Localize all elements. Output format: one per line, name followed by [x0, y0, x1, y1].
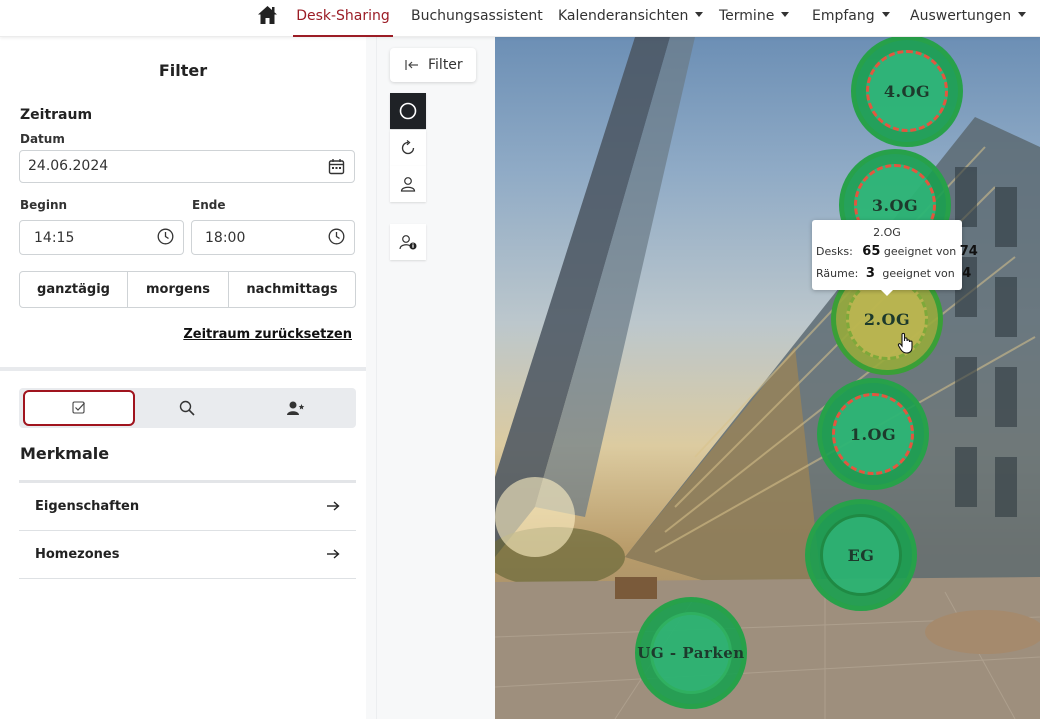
filter-title: Filter — [158, 61, 208, 80]
floor-ug-parken-marker[interactable]: UG - Parken — [635, 597, 747, 709]
filter-tabs — [19, 388, 356, 428]
nav-termine[interactable]: Termine — [719, 0, 790, 37]
arrow-right-icon — [327, 549, 340, 559]
chevron-down-icon — [695, 12, 704, 17]
time-preset-group: ganztägig morgens nachmittags — [19, 271, 356, 308]
beginn-label: Beginn — [20, 198, 68, 212]
search-icon — [179, 400, 195, 416]
ende-label: Ende — [192, 198, 226, 212]
tooltip-title: 2.OG — [873, 226, 901, 239]
clock-icon[interactable] — [157, 228, 174, 245]
calendar-icon[interactable] — [328, 158, 345, 175]
tab-search[interactable] — [137, 390, 237, 426]
nav-buchungsassistent[interactable]: Buchungsassistent — [411, 0, 543, 37]
list-item-homezones[interactable]: Homezones — [19, 531, 356, 579]
merkmale-list: Eigenschaften Homezones — [19, 480, 356, 579]
nav-empfang[interactable]: Empfang — [812, 0, 890, 37]
merkmale-heading: Merkmale — [20, 444, 110, 463]
floor-tooltip: 2.OG Desks: 65 geeignet von 74 Räume: 3 … — [812, 220, 978, 296]
user-star-icon — [287, 401, 305, 415]
checkbox-icon — [72, 401, 85, 414]
floor-1og-marker[interactable]: 1.OG — [817, 378, 929, 490]
floor-4og-marker[interactable]: 4.OG — [851, 37, 963, 147]
tooltip-desks-row: Desks: 65 geeignet von 74 — [816, 244, 978, 259]
building-photo: 4.OG 3.OG 2.OG 1.OG EG UG - Parken — [495, 37, 1040, 719]
user-icon — [400, 177, 416, 192]
beginn-input[interactable]: 14:15 — [19, 220, 184, 255]
preset-ganztaegig-button[interactable]: ganztägig — [20, 272, 128, 307]
floor-eg-marker[interactable]: EG — [805, 499, 917, 611]
user-info-icon — [399, 235, 417, 250]
ende-input[interactable]: 18:00 — [191, 220, 355, 255]
view-toolbar: Filter — [376, 37, 495, 719]
datum-label: Datum — [20, 132, 65, 146]
user-button[interactable] — [390, 166, 426, 202]
refresh-button[interactable] — [390, 130, 426, 166]
hand-cursor-icon — [897, 332, 913, 354]
user-info-button[interactable] — [390, 224, 426, 260]
list-item-eigenschaften[interactable]: Eigenschaften — [19, 483, 356, 531]
refresh-icon — [401, 140, 415, 155]
tab-merkmale[interactable] — [23, 390, 135, 426]
chevron-down-icon — [1018, 12, 1027, 17]
panel-divider — [0, 367, 366, 371]
zeitraum-heading: Zeitraum — [20, 107, 93, 123]
reset-zeitraum-link[interactable]: Zeitraum zurücksetzen — [183, 327, 352, 342]
filter-toggle-button[interactable]: Filter — [390, 48, 476, 82]
building-illustration — [495, 37, 1040, 719]
preset-nachmittags-button[interactable]: nachmittags — [229, 272, 355, 307]
collapse-left-icon — [405, 60, 418, 70]
preset-morgens-button[interactable]: morgens — [128, 272, 229, 307]
clock-icon[interactable] — [328, 228, 345, 245]
filter-panel: Filter Zeitraum Datum 24.06.2024 Beginn … — [0, 37, 366, 719]
chevron-down-icon — [881, 12, 890, 17]
nav-auswertungen[interactable]: Auswertungen — [910, 0, 1027, 37]
view-circle-button[interactable] — [390, 93, 426, 129]
nav-desk-sharing[interactable]: Desk-Sharing — [293, 0, 393, 37]
nav-kalenderansichten[interactable]: Kalenderansichten — [558, 0, 704, 37]
home-icon[interactable] — [257, 5, 278, 25]
top-navigation: Desk-Sharing Buchungsassistent Kalendera… — [0, 0, 1040, 37]
chevron-down-icon — [781, 12, 790, 17]
datum-input[interactable]: 24.06.2024 — [19, 150, 355, 183]
arrow-right-icon — [327, 501, 340, 511]
circle-icon — [399, 102, 417, 120]
tab-user-favorites[interactable] — [241, 390, 351, 426]
tooltip-rooms-row: Räume: 3 geeignet von 4 — [816, 266, 972, 281]
